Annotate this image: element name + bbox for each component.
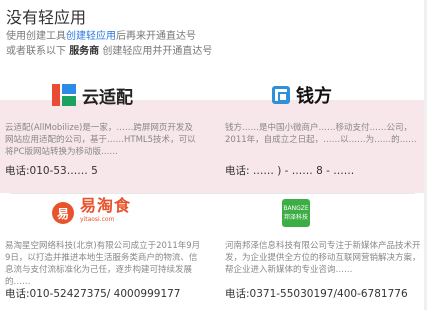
vendor-logo: 云适配 bbox=[52, 78, 133, 112]
service-provider-label: 服务商 bbox=[69, 46, 100, 57]
vendor-card-qianfang[interactable]: 钱方 钱方……是中国小微商户……移动支付……公司，2011年，自成立之日起，……… bbox=[222, 72, 418, 177]
vendor-logo-text: 易淘食 bbox=[80, 196, 132, 215]
vendor-description: 云适配(AllMobilize)是一家，……跨屏网页开发及网站应用适配的公司，基… bbox=[5, 123, 196, 157]
vendor-phone: 电话: …… ) - …… 8 - …… bbox=[225, 165, 355, 177]
instruction-suffix: 后再来开通直达号 bbox=[116, 31, 196, 42]
vendor-phone: 电话:010-53…… 5 bbox=[5, 165, 98, 177]
vendor-logo: BANGZE 邦泽科技 bbox=[282, 196, 310, 230]
create-light-app-link[interactable]: 创建轻应用 bbox=[66, 31, 116, 42]
vendor-description: 河南邦泽信息科技有限公司专注于新媒体产品技术开发，为企业提供全方位的移动互联网营… bbox=[225, 241, 421, 275]
instruction-prefix: 使用创建工具 bbox=[6, 31, 66, 42]
vendor-logo: 易 易淘食 yitaosi.com bbox=[52, 196, 131, 230]
vendor-card-bangze[interactable]: BANGZE 邦泽科技 河南邦泽信息科技有限公司专注于新媒体产品技术开发，为企业… bbox=[222, 196, 421, 300]
vendor-logo: 钱方 bbox=[272, 78, 332, 112]
vendor-logo-subtext: BANGZE bbox=[283, 205, 309, 212]
vendor-card-yunshipei[interactable]: 云适配 云适配(AllMobilize)是一家，……跨屏网页开发及网站应用适配的… bbox=[2, 72, 198, 177]
vendor-phone: 电话:010-52427375/ 4000999177 bbox=[5, 288, 181, 300]
instruction-suffix-2: 创建轻应用并开通直达号 bbox=[102, 46, 213, 57]
yitaoshi-logo-icon: 易 bbox=[52, 202, 74, 224]
vendor-logo-text: 云适配 bbox=[82, 87, 133, 108]
vendor-phone: 电话:0371-55030197/400-6781776 bbox=[225, 288, 408, 300]
vendor-description: 钱方……是中国小微商户……移动支付……公司，2011年，自成立之日起，……以……… bbox=[225, 123, 417, 145]
vendor-description: 易淘星空网络科技(北京)有限公司成立于2011年9月9日，以打造并推进本地生活服… bbox=[5, 241, 201, 287]
vendor-card-yitaoshi[interactable]: 易 易淘食 yitaosi.com 易淘星空网络科技(北京)有限公司成立于201… bbox=[2, 196, 201, 301]
instruction-prefix-2: 或者联系以下 bbox=[6, 46, 66, 57]
page: 没有轻应用 使用创建工具创建轻应用后再来开通直达号 或者联系以下 服务商 创建轻… bbox=[0, 0, 427, 310]
page-title: 没有轻应用 bbox=[6, 8, 87, 27]
vendor-logo-text: 邦泽科技 bbox=[283, 214, 308, 221]
bangze-logo-icon: BANGZE 邦泽科技 bbox=[282, 199, 310, 227]
section-divider bbox=[10, 193, 415, 194]
yunshipei-logo-icon bbox=[52, 84, 76, 106]
vendor-logo-text: 钱方 bbox=[296, 86, 332, 107]
qianfang-logo-icon bbox=[272, 86, 290, 104]
instruction-line-2: 或者联系以下 服务商 创建轻应用并开通直达号 bbox=[6, 42, 212, 57]
instruction-line-1: 使用创建工具创建轻应用后再来开通直达号 bbox=[6, 27, 196, 42]
vendor-logo-subtext: yitaosi.com bbox=[80, 216, 115, 223]
